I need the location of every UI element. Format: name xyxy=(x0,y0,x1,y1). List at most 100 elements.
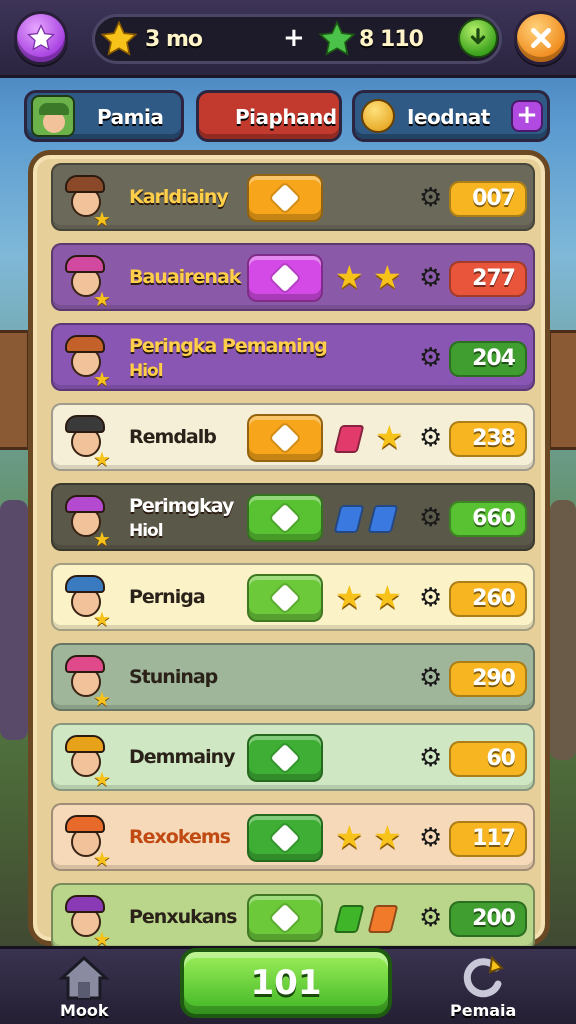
coin-icon xyxy=(361,99,395,133)
row-action-button[interactable] xyxy=(247,734,323,782)
gear-icon[interactable]: ⚙ xyxy=(419,905,442,931)
tab-ieodnat[interactable]: Ieodnat + xyxy=(352,90,550,142)
star-icon: ★ xyxy=(373,578,402,616)
add-plus-icon[interactable]: + xyxy=(511,100,543,132)
row-action-button[interactable] xyxy=(247,494,323,542)
player-name: Stuninap xyxy=(129,666,218,688)
star-icon xyxy=(27,24,55,51)
leaderboard-row[interactable]: ★ Rexokems ★ ★ ⚙ 117 xyxy=(51,803,535,871)
currency-gold-value: 3 mo xyxy=(145,27,203,52)
player-name: Perniga xyxy=(129,586,206,608)
gear-icon[interactable]: ⚙ xyxy=(419,665,442,691)
row-action-button[interactable] xyxy=(247,574,323,622)
player-name: Rexokems xyxy=(129,826,231,848)
tab-pamia[interactable]: Pamia xyxy=(24,90,184,142)
leaderboard-row[interactable]: ★ Penxukans ⚙ 200 xyxy=(51,883,535,951)
character-avatar: ★ xyxy=(59,249,115,311)
tab-label: Ieodnat xyxy=(407,105,490,129)
diamond-icon xyxy=(270,423,300,453)
player-subtitle: Hiol xyxy=(129,361,164,381)
score-badge: 660 xyxy=(449,501,527,537)
home-nav-label: Mook xyxy=(60,1001,109,1020)
tab-label: Pamia xyxy=(97,105,164,129)
character-avatar: ★ xyxy=(59,169,115,231)
score-badge: 260 xyxy=(449,581,527,617)
player-name: Perimgkay xyxy=(129,495,234,517)
tab-label: Piaphand xyxy=(235,105,337,129)
gear-icon[interactable]: ⚙ xyxy=(419,345,442,371)
leaderboard-row[interactable]: ★ Bauairenak ★ ★ ⚙ 277 xyxy=(51,243,535,311)
star-icon: ★ xyxy=(335,578,364,616)
leaderboard-row[interactable]: ★ Perimgkay Hiol ⚙ 660 xyxy=(51,483,535,551)
close-button[interactable] xyxy=(514,11,568,65)
gear-icon[interactable]: ⚙ xyxy=(419,505,442,531)
leaderboard-row[interactable]: ★ Stuninap ⚙ 290 xyxy=(51,643,535,711)
bg-villager-right xyxy=(550,500,576,760)
bg-hut-right xyxy=(548,330,576,450)
star-icon: ★ xyxy=(335,818,364,856)
gear-icon[interactable]: ⚙ xyxy=(419,425,442,451)
favorites-button[interactable] xyxy=(14,11,68,65)
diamond-icon xyxy=(270,823,300,853)
player-name: Remdalb xyxy=(129,426,217,448)
gear-icon[interactable]: ⚙ xyxy=(419,745,442,771)
star-icon: ★ xyxy=(335,258,364,296)
character-avatar: ★ xyxy=(59,649,115,711)
diamond-icon xyxy=(270,743,300,773)
leaderboard-row[interactable]: ★ Demmainy ⚙ 60 xyxy=(51,723,535,791)
character-avatar: ★ xyxy=(59,409,115,471)
gear-icon[interactable]: ⚙ xyxy=(419,825,442,851)
bg-hut-left xyxy=(0,330,30,450)
score-badge: 277 xyxy=(449,261,527,297)
score-badge: 117 xyxy=(449,821,527,857)
player-subtitle: Hiol xyxy=(129,521,164,541)
gear-icon[interactable]: ⚙ xyxy=(419,265,442,291)
gem-icon xyxy=(367,905,399,933)
gem-icon xyxy=(333,425,365,453)
refresh-nav-label: Pemaia xyxy=(450,1001,517,1020)
row-action-button[interactable] xyxy=(247,414,323,462)
player-name: Bauairenak xyxy=(129,266,241,288)
character-avatar: ★ xyxy=(59,729,115,791)
character-avatar: ★ xyxy=(59,329,115,391)
leaderboard-panel: ★ Karldiainy ⚙ 007 ★ Bauairenak ★ ★ ⚙ 277 ★ Peringk… xyxy=(28,150,550,951)
close-x-icon xyxy=(530,27,552,49)
row-action-button[interactable] xyxy=(247,254,323,302)
leaderboard-row[interactable]: ★ Remdalb ★ ⚙ 238 xyxy=(51,403,535,471)
tab-piaphand[interactable]: Piaphand xyxy=(196,90,342,142)
refresh-icon xyxy=(463,955,504,998)
home-nav-button[interactable] xyxy=(56,954,112,1000)
player-avatar xyxy=(31,95,75,137)
row-action-button[interactable] xyxy=(247,814,323,862)
row-action-button[interactable] xyxy=(247,174,323,222)
row-action-button[interactable] xyxy=(247,894,323,942)
gem-icon xyxy=(333,505,365,533)
bg-villager-left xyxy=(0,500,28,740)
player-name: Demmainy xyxy=(129,746,235,768)
refresh-nav-button[interactable] xyxy=(458,954,508,1000)
player-name: Penxukans xyxy=(129,906,237,928)
diamond-icon xyxy=(270,183,300,213)
download-button[interactable] xyxy=(458,18,498,58)
player-name: Peringka Pemaming xyxy=(129,335,328,357)
leaderboard-row[interactable]: ★ Karldiainy ⚙ 007 xyxy=(51,163,535,231)
diamond-icon xyxy=(270,503,300,533)
gear-icon[interactable]: ⚙ xyxy=(419,185,442,211)
score-badge: 60 xyxy=(449,741,527,777)
character-avatar: ★ xyxy=(59,889,115,951)
green-star-icon xyxy=(318,20,356,56)
house-icon xyxy=(58,955,110,1000)
character-avatar: ★ xyxy=(59,809,115,871)
gem-icon xyxy=(367,505,399,533)
gear-icon[interactable]: ⚙ xyxy=(419,585,442,611)
leaderboard-row[interactable]: ★ Peringka Pemaming Hiol ⚙ 204 xyxy=(51,323,535,391)
star-icon: ★ xyxy=(375,418,404,456)
diamond-icon xyxy=(270,903,300,933)
character-avatar: ★ xyxy=(59,489,115,551)
gem-icon xyxy=(333,905,365,933)
leaderboard-row[interactable]: ★ Perniga ★ ★ ⚙ 260 xyxy=(51,563,535,631)
play-button[interactable]: 101 xyxy=(180,948,392,1018)
score-badge: 290 xyxy=(449,661,527,697)
score-badge: 204 xyxy=(449,341,527,377)
diamond-icon xyxy=(270,263,300,293)
